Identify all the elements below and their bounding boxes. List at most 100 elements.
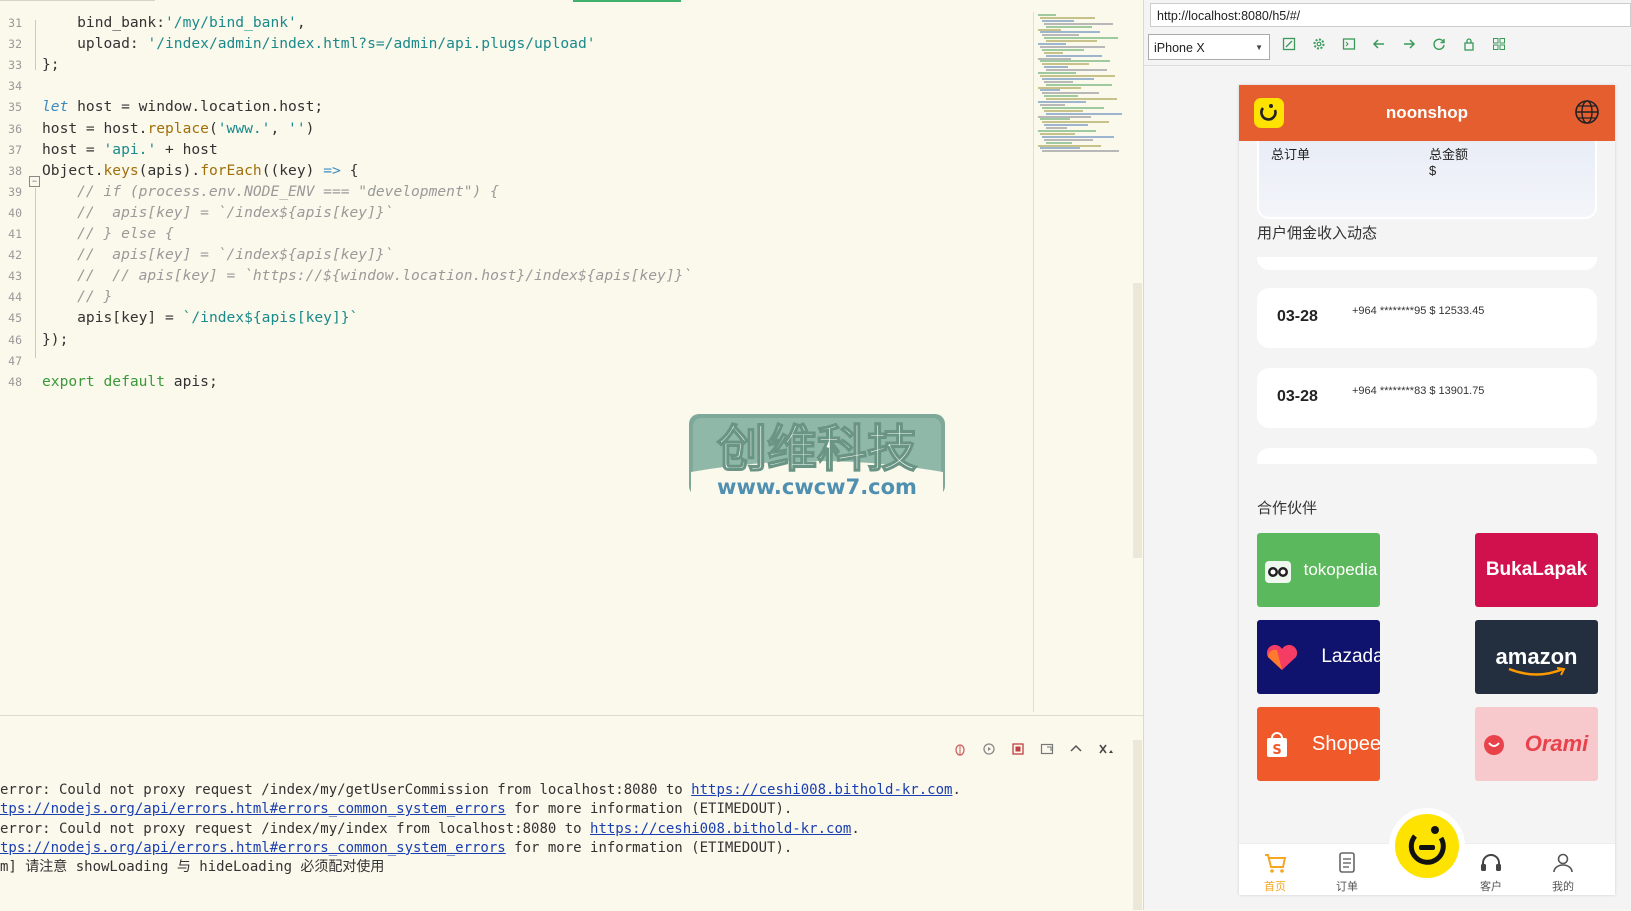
- minimap-line: [1042, 77, 1094, 80]
- phone-viewport[interactable]: noonshop 总订单 总金额 $ 用户佣金收入动态 03-28 +964 *…: [1239, 85, 1615, 895]
- code-token: bind_bank:: [42, 14, 166, 31]
- commission-section-title: 用户佣金收入动态: [1257, 225, 1378, 242]
- console-icon[interactable]: [1338, 36, 1360, 58]
- partner-shopee[interactable]: Shopee S: [1257, 707, 1380, 781]
- line-number: 33: [8, 58, 22, 73]
- minimap-line: [1040, 118, 1070, 121]
- console-line: error: Could not proxy request /index/my…: [0, 780, 961, 800]
- partner-orami[interactable]: Orami: [1475, 707, 1598, 781]
- minimap-line: [1042, 135, 1114, 138]
- line-number: 32: [8, 37, 22, 52]
- minimap-line: [1038, 57, 1071, 60]
- code-line[interactable]: let host = window.location.host;: [42, 96, 323, 118]
- tab-customer[interactable]: 客户: [1461, 844, 1521, 895]
- settings-gear-icon[interactable]: [1308, 36, 1330, 58]
- refresh-icon[interactable]: [1428, 36, 1450, 58]
- code-line[interactable]: bind_bank:'/my/bind_bank',: [42, 12, 305, 34]
- code-editor[interactable]: 31 bind_bank:'/my/bind_bank', 32 upload: …: [0, 0, 1143, 715]
- indent-guide: [35, 20, 36, 70]
- partner-tokopedia[interactable]: tokopedia: [1257, 533, 1380, 607]
- bug-icon[interactable]: [953, 742, 967, 759]
- back-arrow-icon[interactable]: [1368, 36, 1390, 58]
- code-line[interactable]: // apis[key] = `/index${apis[key]}`: [42, 244, 393, 266]
- partner-amazon[interactable]: amazon: [1475, 620, 1598, 694]
- code-token: apis;: [165, 372, 218, 390]
- minimap[interactable]: [1033, 12, 1136, 712]
- lock-icon[interactable]: [1458, 36, 1480, 58]
- line-number: 35: [8, 100, 22, 115]
- console-text: error: Could not proxy request /index/my…: [0, 820, 591, 837]
- code-line[interactable]: apis[key] = `/index${apis[key]}`: [42, 307, 358, 329]
- console-link[interactable]: https://ceshi008.bithold-kr.com: [590, 821, 851, 837]
- minimap-line: [1046, 40, 1097, 43]
- line-number: 39: [8, 184, 22, 199]
- console-link[interactable]: tps://nodejs.org/api/errors.html#errors_…: [0, 840, 506, 856]
- code-line[interactable]: });: [42, 329, 68, 351]
- minimap-line: [1044, 138, 1093, 141]
- line-number: 41: [8, 227, 22, 241]
- url-bar[interactable]: http://localhost:8080/h5/#/: [1150, 3, 1631, 27]
- device-select[interactable]: iPhone X ▼: [1148, 34, 1270, 60]
- code-token: ((key): [261, 161, 324, 179]
- console-link[interactable]: https://ceshi008.bithold-kr.com: [691, 782, 952, 798]
- console-scrollbar[interactable]: [1133, 740, 1142, 910]
- minimap-line: [1042, 48, 1084, 51]
- code-line[interactable]: host = 'api.' + host: [42, 139, 218, 161]
- console-text: for more information (ETIMEDOUT).: [505, 839, 793, 856]
- code-token: '/my/bind_bank': [165, 14, 297, 31]
- code-line[interactable]: // if (process.env.NODE_ENV === "develop…: [42, 181, 499, 203]
- partner-bukalapak[interactable]: BukaLapak: [1475, 533, 1598, 607]
- code-token: (apis).: [138, 161, 201, 179]
- line-number: 40: [8, 205, 22, 220]
- editor-scrollbar[interactable]: [1133, 283, 1142, 558]
- partner-lazada[interactable]: Lazada: [1257, 620, 1380, 694]
- tab-home[interactable]: 首页: [1245, 844, 1305, 895]
- code-line[interactable]: export default apis;: [42, 371, 218, 393]
- tab-customer-label: 客户: [1480, 881, 1502, 893]
- list-item[interactable]: 03-28 +964 ********95 $ 12533.45: [1257, 288, 1597, 348]
- minimap-line: [1038, 14, 1056, 16]
- tab-orders[interactable]: 订单: [1317, 844, 1377, 895]
- code-line[interactable]: // apis[key] = `/index${apis[key]}`: [42, 202, 393, 224]
- minimap-line: [1040, 60, 1110, 63]
- headset-icon: [1481, 854, 1501, 871]
- console-text: .: [952, 782, 961, 798]
- code-line[interactable]: // } else {: [42, 223, 174, 245]
- code-token: 'www.': [217, 119, 271, 137]
- code-token: replace: [147, 119, 209, 137]
- chevron-up-icon[interactable]: [1069, 742, 1083, 759]
- fold-toggle-icon[interactable]: −: [29, 176, 40, 187]
- code-line[interactable]: };: [42, 54, 60, 76]
- center-home-button[interactable]: [1389, 808, 1465, 884]
- code-line[interactable]: upload: '/index/admin/index.html?s=/admi…: [42, 33, 595, 55]
- stop-icon[interactable]: [1011, 742, 1025, 759]
- rerun-icon[interactable]: [982, 742, 996, 759]
- code-token: keys: [103, 161, 139, 179]
- open-external-icon[interactable]: [1040, 742, 1054, 759]
- console-link[interactable]: tps://nodejs.org/api/errors.html#errors_…: [0, 801, 506, 817]
- minimap-line: [1042, 34, 1079, 37]
- tab-mine[interactable]: 我的: [1533, 844, 1593, 895]
- minimap-line: [1046, 83, 1112, 86]
- forward-arrow-icon[interactable]: [1398, 36, 1420, 58]
- code-line[interactable]: // }: [42, 286, 112, 308]
- code-token: // if (process.env.NODE_ENV === "develop…: [42, 182, 499, 200]
- active-tab-indicator: [573, 0, 681, 2]
- close-panel-icon[interactable]: [1098, 742, 1114, 759]
- qrcode-icon[interactable]: [1488, 36, 1510, 58]
- globe-language-icon[interactable]: [1573, 98, 1601, 126]
- console-line: error: Could not proxy request /index/my…: [0, 819, 860, 839]
- minimap-line: [1038, 144, 1101, 147]
- screenshot-icon[interactable]: [1278, 36, 1300, 58]
- console-text: error: Could not proxy request /index/my…: [0, 782, 692, 798]
- code-token: host = host.: [42, 119, 148, 137]
- brand-logo-icon[interactable]: [1254, 98, 1284, 128]
- code-line[interactable]: // // apis[key] = `https://${window.loca…: [42, 265, 692, 287]
- code-token: host = window.location.host;: [68, 98, 324, 116]
- code-line[interactable]: Object.keys(apis).forEach((key) => {: [42, 160, 358, 182]
- line-number: 48: [8, 374, 22, 389]
- list-item[interactable]: 03-28 +964 ********83 $ 13901.75: [1257, 368, 1597, 428]
- minimap-line: [1046, 54, 1102, 57]
- minimap-line: [1042, 63, 1089, 66]
- code-line[interactable]: host = host.replace('www.', ''): [42, 118, 314, 140]
